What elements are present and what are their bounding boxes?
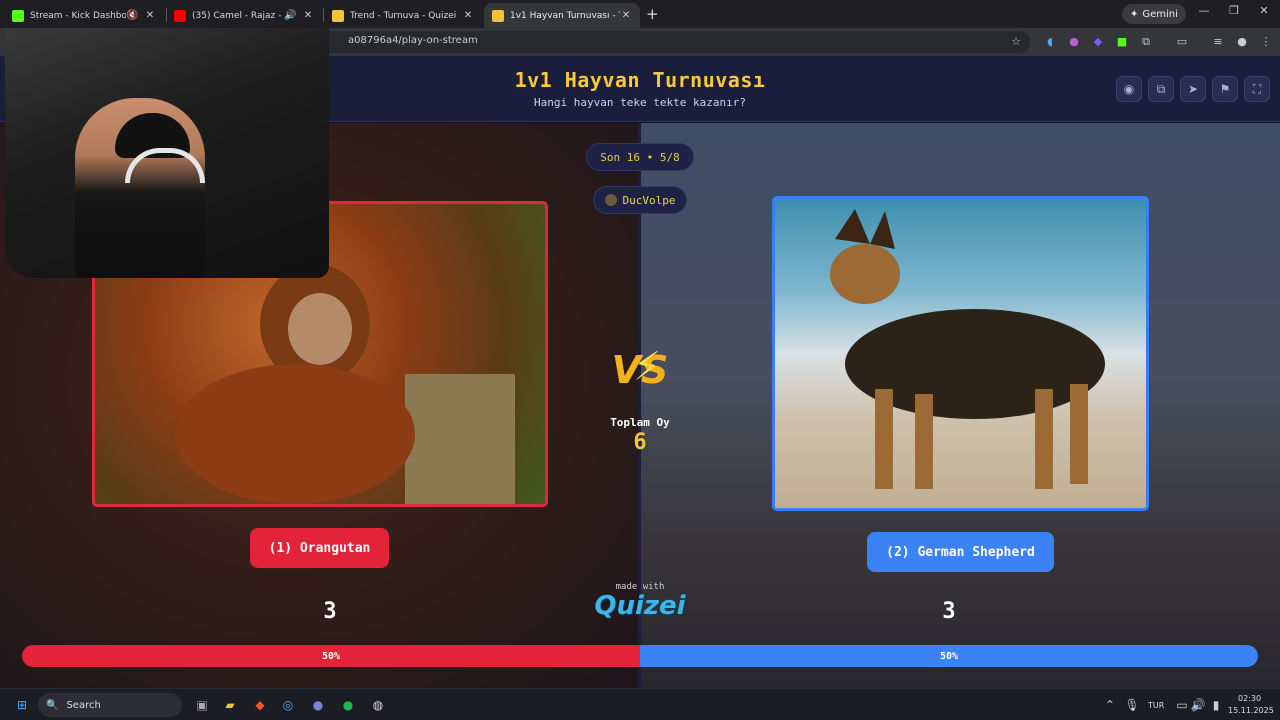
left-percent-label: 50% [321,650,341,662]
chrome-icon[interactable]: ◎ [278,695,298,715]
discord-icon[interactable]: ● [308,695,328,715]
search-label: Search [66,699,101,711]
search-icon: 🔍 [46,699,59,711]
battery-icon[interactable]: ▮ [1206,695,1226,715]
extension-icon[interactable]: ◖ [1042,34,1058,50]
menu-icon[interactable]: ⋮ [1258,34,1274,50]
round-label: Son 16 • 5/8 [600,150,680,164]
round-badge: Son 16 • 5/8 [586,143,694,171]
fullscreen-icon[interactable]: ⛶ [1244,76,1270,102]
clock-time[interactable]: 02:30 [1238,694,1261,703]
tab-quizei-trend[interactable]: Trend - Turnuva - Quizei ✕ [324,3,482,28]
lightning-icon: ⚡ [633,344,662,390]
gemini-button[interactable]: ✦ Gemini [1122,4,1186,24]
quizei-icon [332,9,344,22]
kick-icon [12,9,24,22]
audio-icon[interactable]: 🔊 [284,10,296,21]
extension-icon[interactable]: ■ [1114,34,1130,50]
brave-icon[interactable]: ◆ [250,695,270,715]
task-view-icon[interactable]: ▣ [192,695,212,715]
windows-taskbar: ⊞ 🔍 Search ▣ ▰ ◆ ◎ ● ● ◍ ⌃ 🎙 TUR ▭ 🔊 ▮ 0… [0,688,1280,720]
avatar[interactable]: ● [1234,34,1250,50]
file-explorer-icon[interactable]: ▰ [220,695,240,715]
eye-icon[interactable]: ◉ [1116,76,1142,102]
mic-icon[interactable]: 🎙 [1122,695,1142,715]
total-votes-label: Toplam Oy [610,416,670,429]
right-option-name: (2) German Shepherd [886,544,1035,560]
extension-icon[interactable]: ● [1066,34,1082,50]
webcam-overlay [5,28,329,278]
tab-kick-dashboard[interactable]: Stream - Kick Dashboard 🔇 ✕ [4,3,164,28]
puzzle-icon[interactable]: ⧉ [1138,34,1154,50]
minimize-button[interactable]: — [1194,4,1214,17]
right-score: 3 [942,599,956,624]
close-icon[interactable]: ✕ [462,10,474,21]
right-percent-label: 50% [939,650,959,662]
vote-right-button[interactable]: (2) German Shepherd [867,532,1054,572]
obs-icon[interactable]: ◍ [368,695,388,715]
cast-icon[interactable]: ▭ [1174,34,1190,50]
clock-date[interactable]: 15.11.2025 [1228,706,1274,715]
language-indicator[interactable]: TUR [1148,701,1164,710]
sparkle-icon: ✦ [1130,8,1139,20]
maximize-button[interactable]: ❐ [1224,4,1244,17]
windows-start-icon[interactable]: ⊞ [12,695,32,715]
spotify-icon[interactable]: ● [338,695,358,715]
bookmark-star-icon[interactable]: ☆ [1008,34,1024,50]
tab-label: Trend - Turnuva - Quizei [350,10,457,21]
flag-icon[interactable]: ⚑ [1212,76,1238,102]
send-icon[interactable]: ➤ [1180,76,1206,102]
tab-label: (35) Camel - Rajaz - YouTube [192,10,284,21]
quizei-logo[interactable]: Quizei [590,591,690,621]
extension-icon[interactable]: ◆ [1090,34,1106,50]
user-label: DucVolpe [622,193,676,207]
tab-label: Stream - Kick Dashboard [30,10,126,21]
avatar [604,194,617,206]
browser-tab-bar: Stream - Kick Dashboard 🔇 ✕ (35) Camel -… [0,0,1280,28]
taskbar-search[interactable]: 🔍 Search [38,693,182,717]
close-icon[interactable]: ✕ [302,10,314,21]
close-icon[interactable]: ✕ [144,10,156,21]
vote-left-button[interactable]: (1) Orangutan [250,528,389,568]
total-votes-value: 6 [633,430,647,455]
tab-hayvan-turnuvasi[interactable]: 1v1 Hayvan Turnuvası - Tier List ✕ [484,3,640,28]
left-option-name: (1) Orangutan [268,540,371,556]
youtube-icon [174,9,186,22]
option-card-right[interactable] [772,196,1149,511]
mute-icon[interactable]: 🔇 [126,10,138,21]
right-percent-segment: 50% [640,645,1258,667]
quizei-icon [492,9,504,22]
vote-progress-bar: 50% 50% [22,645,1258,667]
vs-emblem: VS ⚡ [605,344,675,404]
tab-youtube[interactable]: (35) Camel - Rajaz - YouTube 🔊 ✕ [166,3,322,28]
user-badge: DucVolpe [593,186,687,214]
volume-icon[interactable]: 🔊 [1188,695,1208,715]
window-close-button[interactable]: ✕ [1254,4,1274,17]
copy-icon[interactable]: ⧉ [1148,76,1174,102]
tab-label: 1v1 Hayvan Turnuvası - Tier List [510,10,620,21]
new-tab-button[interactable]: + [646,5,659,23]
media-icon[interactable]: ≡ [1210,34,1226,50]
left-percent-segment: 50% [22,645,640,667]
url-text: a08796a4/play-on-stream [348,35,478,46]
left-score: 3 [323,599,337,624]
chevron-up-icon[interactable]: ⌃ [1100,695,1120,715]
gemini-label: Gemini [1142,8,1178,20]
german-shepherd-image [830,209,1105,489]
close-icon[interactable]: ✕ [620,10,632,21]
